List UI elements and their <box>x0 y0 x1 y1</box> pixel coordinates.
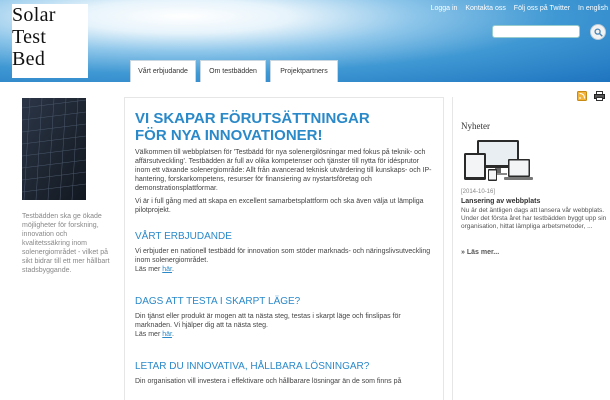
logo-line-2: Test <box>12 26 47 48</box>
section-solutions-text: Din organisation vill investera i effekt… <box>135 378 402 385</box>
top-links: Logga in Kontakta oss Följ oss på Twitte… <box>425 5 608 12</box>
section-test-text: Din tjänst eller produkt är mogen att ta… <box>135 313 401 329</box>
section-offer-text: Vi erbjuder en nationell testbädd för in… <box>135 248 431 264</box>
english-link[interactable]: In english <box>578 5 608 12</box>
read-more-label: Läs mer <box>135 331 161 338</box>
search-input[interactable] <box>492 25 580 38</box>
tab-vart-erbjudande[interactable]: Vårt erbjudande <box>130 60 196 82</box>
read-more-period: . <box>171 266 174 273</box>
news-read-more-link[interactable]: » Läs mer... <box>461 249 499 256</box>
news-sidebar: Nyheter [2014-10-16] Lansering av webbpl… <box>452 97 610 400</box>
main-content: VI SKAPAR FÖRUTSÄTTNINGAR FÖR NYA INNOVA… <box>124 97 444 400</box>
intro-paragraph: Välkommen till webbplatsen för 'Testbädd… <box>135 149 432 192</box>
news-item-text: Nu är det äntligen dags att lansera vår … <box>461 207 607 230</box>
section-solutions-title: LETAR DU INNOVATIVA, HÅLLBARA LÖSNINGAR? <box>135 361 370 372</box>
page-headline: VI SKAPAR FÖRUTSÄTTNINGAR FÖR NYA INNOVA… <box>135 110 433 144</box>
headline-line-2: FÖR NYA INNOVATIONER! <box>135 127 323 144</box>
login-link[interactable]: Logga in <box>431 5 458 12</box>
section-test-title: DAGS ATT TESTA I SKARPT LÄGE? <box>135 296 301 307</box>
search-icon <box>594 28 603 37</box>
tab-projektpartners[interactable]: Projektpartners <box>270 60 338 82</box>
tab-om-testbadden[interactable]: Om testbädden <box>200 60 266 82</box>
intro-paragraph-2: Vi är i full gång med att skapa en excel… <box>135 198 424 214</box>
read-more-period: . <box>171 331 174 338</box>
news-date: [2014-10-16] <box>461 189 496 195</box>
site-header: Solar Test Bed Logga in Kontakta oss Föl… <box>0 0 610 82</box>
solar-panel-image <box>22 98 86 200</box>
news-heading: Nyheter <box>461 121 490 131</box>
read-more-test-link[interactable]: här <box>162 331 172 338</box>
section-test-read-more: Läs mer här. <box>135 330 433 339</box>
logo-line-1: Solar <box>12 4 56 26</box>
devices-image <box>463 139 533 186</box>
left-sidebar: Testbädden ska ge ökade möjligheter för … <box>22 98 117 275</box>
search-button[interactable] <box>590 24 606 40</box>
site-logo[interactable]: Solar Test Bed <box>12 4 88 78</box>
section-offer-read-more: Läs mer här. <box>135 265 433 274</box>
news-item-title[interactable]: Lansering av webbplats <box>461 198 540 205</box>
twitter-link[interactable]: Följ oss på Twitter <box>514 5 570 12</box>
contact-link[interactable]: Kontakta oss <box>465 5 505 12</box>
left-caption: Testbädden ska ge ökade möjligheter för … <box>22 213 110 274</box>
logo-line-3: Bed <box>12 48 46 70</box>
read-more-offer-link[interactable]: här <box>162 266 172 273</box>
headline-line-1: VI SKAPAR FÖRUTSÄTTNINGAR <box>135 110 370 127</box>
section-offer-title: VÅRT ERBJUDANDE <box>135 231 232 242</box>
read-more-label: Läs mer <box>135 266 161 273</box>
